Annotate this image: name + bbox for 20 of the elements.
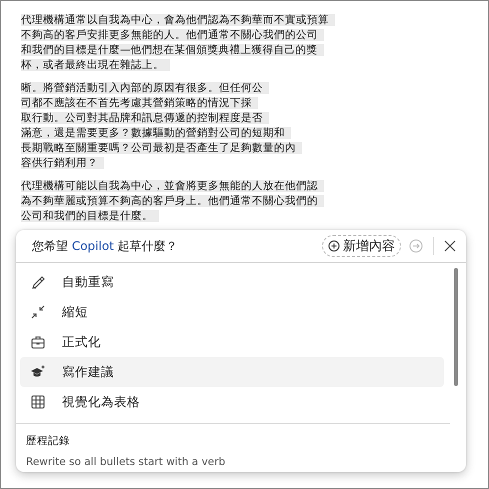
prompt-text: 您希望 Copilot 起草什麼？ — [32, 238, 179, 254]
history-item[interactable]: Rewrite so all bullets start with a verb — [16, 454, 466, 472]
briefcase-icon — [30, 334, 46, 350]
document-paragraph: 代理機構可能以自我為中心，並會將更多無能的人放在他們認 為不夠華麗或預算不夠高的客戶身上。他們通常不關心我們的 公司和我們的目標是什麼。 — [21, 179, 470, 224]
menu-item[interactable]: 自動重寫 — [20, 267, 444, 297]
scrollbar[interactable] — [454, 268, 458, 386]
add-content-button[interactable]: 新增內容 — [322, 235, 401, 257]
plus-icon — [328, 240, 340, 252]
document-paragraph: 晰。將營銷活動引入內部的原因有很多。但任何公 司都不應該在不首先考慮其營銷策略的情況下採 取行動。公司對其品牌和訊息傳遞的控制程度是否 滿意，還是需要更多？數據驅動的營銷對公司的短期和 長期戰略至關重要嗎？公司最初是否產生了足夠數量的內 容供行銷利用？ — [21, 81, 470, 171]
menu-item[interactable]: 寫作建議 — [20, 357, 444, 387]
document-paragraph: 代理機構通常以自我為中心，會為他們認為不夠華而不實或預算 不夠高的客戶安排更多無能的人。他們通常不關心我們的公司 和我們的目標是什麼—他們想在某個頒獎典禮上獲得自己的獎 杯，或者最終出現在雜誌上。 — [21, 13, 470, 73]
send-icon[interactable] — [409, 239, 423, 253]
table-icon — [30, 394, 46, 410]
menu-item[interactable]: 縮短 — [20, 297, 444, 327]
close-button[interactable] — [444, 240, 456, 252]
menu-item[interactable]: 正式化 — [20, 327, 444, 357]
menu-item[interactable]: 視覺化為表格 — [20, 387, 444, 417]
pencil-icon — [30, 274, 46, 290]
shrink-icon — [30, 304, 46, 320]
history-heading: 歷程記錄 — [25, 434, 71, 449]
